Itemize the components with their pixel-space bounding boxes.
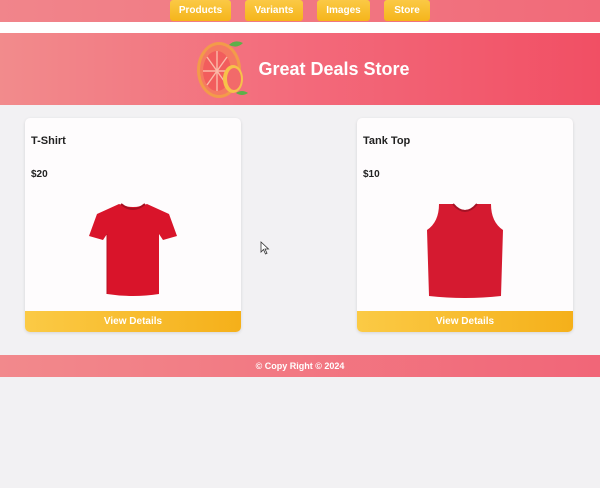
product-name: T-Shirt (31, 135, 66, 147)
product-card-tank-top: Tank Top $10 View Details (357, 118, 573, 332)
product-name: Tank Top (363, 135, 411, 147)
footer: © Copy Right © 2024 (0, 355, 600, 377)
nav-variants-button[interactable]: Variants (245, 0, 303, 21)
copyright-text: © Copy Right © 2024 (255, 361, 345, 371)
tshirt-icon (89, 203, 177, 296)
nav-store-button[interactable]: Store (384, 0, 430, 21)
product-price: $10 (363, 169, 380, 180)
product-card-tshirt: T-Shirt $20 View Details (25, 118, 241, 332)
view-details-button[interactable]: View Details (25, 311, 241, 332)
grapefruit-logo-icon (197, 41, 249, 98)
view-details-button[interactable]: View Details (357, 311, 573, 332)
main-nav: Products Variants Images Store (0, 0, 600, 22)
mouse-cursor-icon (260, 241, 270, 255)
tank-top-icon (427, 203, 503, 298)
store-header: Great Deals Store (0, 33, 600, 105)
product-price: $20 (31, 169, 48, 180)
nav-separator (0, 22, 600, 33)
nav-images-button[interactable]: Images (317, 0, 370, 21)
nav-products-button[interactable]: Products (170, 0, 231, 21)
store-title: Great Deals Store (258, 58, 410, 79)
